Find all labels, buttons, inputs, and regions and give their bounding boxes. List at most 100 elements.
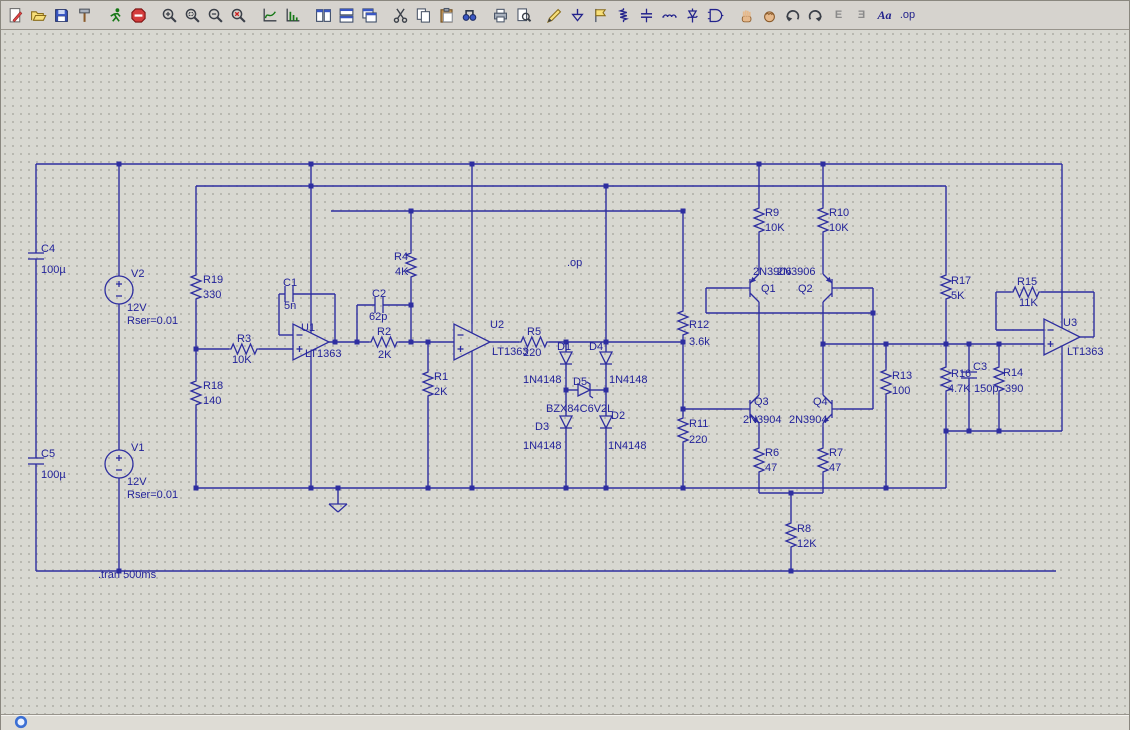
redo-button[interactable] bbox=[804, 4, 827, 27]
component-r5[interactable]: R5 220 bbox=[519, 326, 549, 359]
r8-value-label[interactable]: 12K bbox=[797, 538, 817, 550]
d4-ref-label[interactable]: D4 bbox=[589, 341, 603, 353]
component-d3[interactable]: D3 1N4148 bbox=[523, 415, 574, 452]
u1-ref-label[interactable]: U1 bbox=[301, 322, 315, 334]
component-r18[interactable]: R18140 bbox=[189, 379, 223, 407]
component-r2[interactable]: R2 2K bbox=[369, 326, 399, 361]
q3-ref-label[interactable]: Q3 bbox=[754, 396, 769, 408]
r19-value-label[interactable]: 330 bbox=[203, 289, 221, 301]
r5-ref-label[interactable]: R5 bbox=[527, 326, 541, 338]
component-u2[interactable]: U2LT1363 bbox=[453, 319, 529, 362]
c3-ref-label[interactable]: C3 bbox=[973, 361, 987, 373]
cascade-button[interactable] bbox=[358, 4, 381, 27]
u2-ref-label[interactable]: U2 bbox=[490, 319, 504, 331]
component-button[interactable] bbox=[704, 4, 727, 27]
r11-ref-label[interactable]: R11 bbox=[689, 418, 708, 430]
r2-value-label[interactable]: 2K bbox=[378, 349, 392, 361]
v1-value-label[interactable]: Rser=0.01 bbox=[127, 489, 178, 501]
component-r6[interactable]: R647 bbox=[752, 446, 779, 474]
component-q3[interactable]: Q3 2N3904 bbox=[742, 391, 782, 427]
d5-ref-label[interactable]: D5 bbox=[573, 376, 587, 388]
u3-value-label[interactable]: LT1363 bbox=[1067, 346, 1104, 358]
component-q2[interactable]: 2N3906 Q2 bbox=[777, 266, 840, 306]
zoom-out-button[interactable] bbox=[204, 4, 227, 27]
r19-ref-label[interactable]: R19 bbox=[203, 274, 223, 286]
tile-vertical-button[interactable] bbox=[312, 4, 335, 27]
halt-button[interactable] bbox=[127, 4, 150, 27]
component-gnd[interactable] bbox=[328, 503, 348, 513]
r16-value-label[interactable]: 4.7K bbox=[948, 383, 971, 395]
paste-button[interactable] bbox=[435, 4, 458, 27]
r12-ref-label[interactable]: R12 bbox=[689, 319, 709, 331]
r6-value-label[interactable]: 47 bbox=[765, 462, 777, 474]
r15-value-label[interactable]: 11K bbox=[1019, 297, 1038, 309]
component-r11[interactable]: R11220 bbox=[676, 416, 708, 446]
v1-value-label[interactable]: 12V bbox=[127, 476, 147, 488]
r3-value-label[interactable]: 10K bbox=[232, 354, 252, 366]
zoom-extents-button[interactable] bbox=[227, 4, 250, 27]
new-schematic-button[interactable] bbox=[4, 4, 27, 27]
move-button[interactable] bbox=[735, 4, 758, 27]
u3-ref-label[interactable]: U3 bbox=[1063, 317, 1077, 329]
copy-button[interactable] bbox=[412, 4, 435, 27]
c4-value-label[interactable]: 100µ bbox=[41, 264, 66, 276]
inductor-button[interactable] bbox=[658, 4, 681, 27]
capacitor-button[interactable] bbox=[635, 4, 658, 27]
r11-value-label[interactable]: 220 bbox=[689, 434, 707, 446]
r18-ref-label[interactable]: R18 bbox=[203, 380, 223, 392]
component-q4[interactable]: Q4 2N3904 bbox=[789, 391, 840, 427]
r3-ref-label[interactable]: R3 bbox=[237, 333, 251, 345]
r17-ref-label[interactable]: R17 bbox=[951, 275, 971, 287]
rotate-button[interactable]: E bbox=[827, 4, 850, 27]
u1-value-label[interactable]: LT1363 bbox=[305, 348, 342, 360]
schematic-canvas[interactable]: C4 100µ C5 100µ V2 12V Rser=0.01 V1 12V Rser=0.01… bbox=[1, 30, 1129, 715]
r7-ref-label[interactable]: R7 bbox=[829, 447, 843, 459]
v2-ref-label[interactable]: V2 bbox=[131, 268, 144, 280]
q3-value-label[interactable]: 2N3904 bbox=[743, 414, 782, 426]
save-button[interactable] bbox=[50, 4, 73, 27]
r15-ref-label[interactable]: R15 bbox=[1017, 276, 1037, 288]
d1-ref-label[interactable]: D1 bbox=[557, 341, 571, 353]
v2-value-label[interactable]: Rser=0.01 bbox=[127, 315, 178, 327]
component-c4[interactable]: C4 100µ bbox=[28, 243, 66, 276]
q2-ref-label[interactable]: 2N3906 bbox=[777, 266, 816, 278]
ground-button[interactable] bbox=[566, 4, 589, 27]
tile-horizontal-button[interactable] bbox=[335, 4, 358, 27]
c4-ref-label[interactable]: C4 bbox=[41, 243, 55, 255]
r6-ref-label[interactable]: R6 bbox=[765, 447, 779, 459]
component-r13[interactable]: R13100 bbox=[879, 368, 912, 397]
wire-button[interactable] bbox=[543, 4, 566, 27]
r1-value-label[interactable]: 2K bbox=[434, 386, 448, 398]
run-button[interactable] bbox=[104, 4, 127, 27]
r13-ref-label[interactable]: R13 bbox=[892, 370, 912, 382]
control-panel-button[interactable] bbox=[73, 4, 96, 27]
v2-value-label[interactable]: 12V bbox=[127, 302, 147, 314]
d1-value-label[interactable]: 1N4148 bbox=[523, 374, 562, 386]
c5-ref-label[interactable]: C5 bbox=[41, 448, 55, 460]
find-button[interactable] bbox=[458, 4, 481, 27]
autorange-button[interactable] bbox=[258, 4, 281, 27]
print-preview-button[interactable] bbox=[512, 4, 535, 27]
d5-value-label[interactable]: BZX84C6V2L bbox=[546, 403, 613, 415]
component-r10[interactable]: R1010K bbox=[816, 206, 849, 234]
component-r15[interactable]: R15 11K bbox=[1011, 276, 1041, 309]
component-r7[interactable]: R747 bbox=[816, 446, 843, 474]
q4-value-label[interactable]: 2N3904 bbox=[789, 414, 828, 426]
component-r3[interactable]: R3 10K bbox=[229, 333, 259, 366]
q1-value-label[interactable]: Q1 bbox=[761, 283, 776, 295]
component-c5[interactable]: C5 100µ bbox=[28, 448, 66, 481]
component-d2[interactable]: D2 1N4148 bbox=[598, 410, 647, 452]
d2-value-label[interactable]: 1N4148 bbox=[608, 440, 647, 452]
component-d4[interactable]: D4 1N4148 bbox=[589, 341, 648, 386]
component-v2[interactable]: V2 12VRser=0.01 bbox=[104, 268, 178, 327]
q2-value-label[interactable]: Q2 bbox=[798, 283, 813, 295]
r1-ref-label[interactable]: R1 bbox=[434, 371, 448, 383]
r17-value-label[interactable]: 5K bbox=[951, 290, 965, 302]
print-button[interactable] bbox=[489, 4, 512, 27]
resistor-button[interactable] bbox=[612, 4, 635, 27]
r2-ref-label[interactable]: R2 bbox=[377, 326, 391, 338]
r9-value-label[interactable]: 10K bbox=[765, 222, 785, 234]
component-r19[interactable]: R19330 bbox=[189, 273, 223, 301]
diode-button[interactable] bbox=[681, 4, 704, 27]
q4-ref-label[interactable]: Q4 bbox=[813, 396, 828, 408]
